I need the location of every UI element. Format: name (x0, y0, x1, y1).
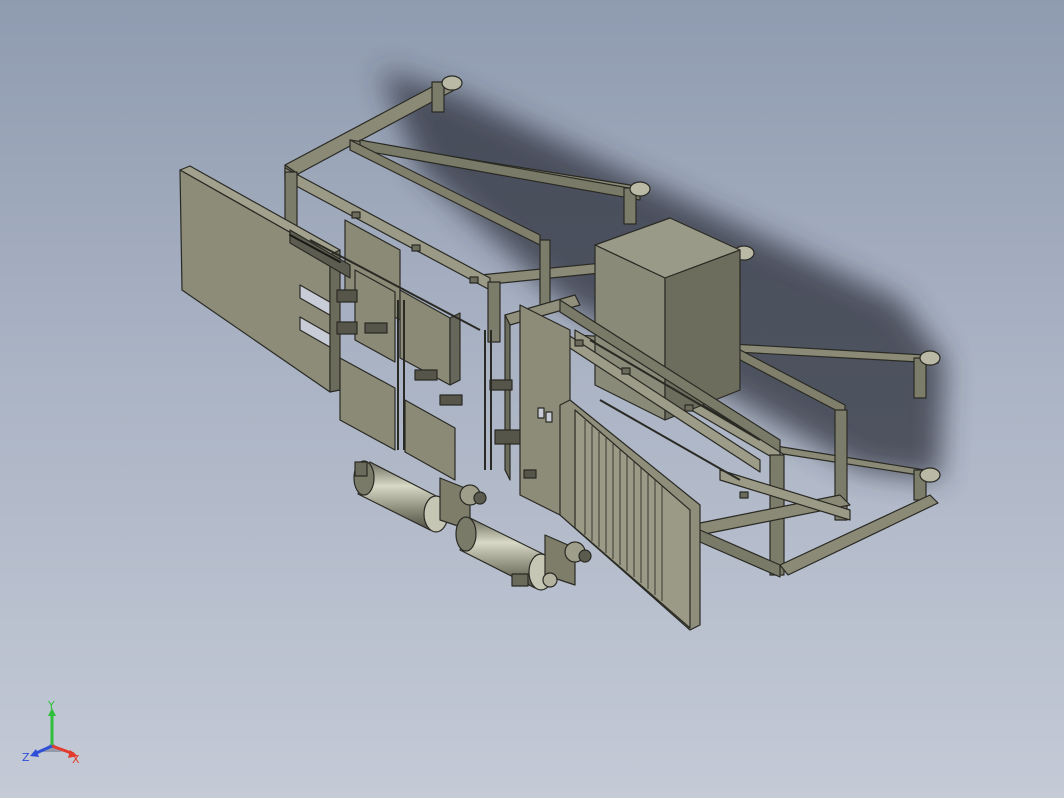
z-axis-label: Z (22, 751, 30, 764)
motor-right[interactable] (455, 516, 592, 591)
cad-viewport[interactable] (0, 0, 1064, 798)
frame-lower-right (689, 469, 939, 578)
orientation-triad: Y X Z (22, 700, 80, 766)
x-axis-label: X (72, 753, 80, 766)
y-axis-label: Y (47, 700, 55, 712)
gearbox-housing (594, 217, 741, 421)
left-gripper-plate[interactable] (179, 165, 341, 393)
